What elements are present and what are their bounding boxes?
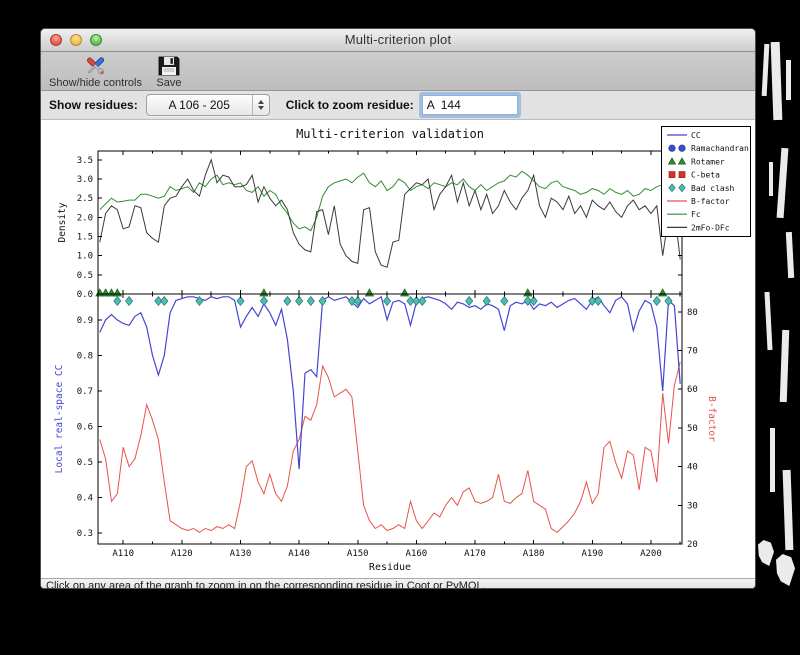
titlebar[interactable]: Multi-criterion plot [41, 29, 755, 52]
plot-figure[interactable]: Multi-criterion validation A110 A120 A130 A1… [41, 120, 755, 578]
svg-text:0.6: 0.6 [77, 422, 93, 432]
plot-legend: CC Ramachandran Rotamer C-beta Bad clash B-fa… [661, 126, 751, 237]
svg-text:2.0: 2.0 [77, 213, 93, 223]
svg-text:2.5: 2.5 [77, 194, 93, 204]
svg-text:Ramachandran: Ramachandran [691, 144, 749, 153]
svg-text:A200: A200 [640, 549, 662, 559]
svg-text:3.0: 3.0 [77, 175, 93, 185]
svg-text:A180: A180 [523, 549, 545, 559]
svg-text:C-beta: C-beta [691, 171, 720, 180]
plot-area-top[interactable] [98, 151, 682, 294]
svg-text:1.0: 1.0 [77, 252, 93, 262]
show-hide-controls-label: Show/hide controls [49, 77, 142, 89]
show-residues-value: A 106 - 205 [168, 98, 230, 112]
show-hide-controls-button[interactable]: Show/hide controls [49, 52, 142, 89]
plot-area-bottom[interactable] [98, 294, 682, 544]
tools-icon [87, 57, 105, 75]
svg-text:A140: A140 [288, 549, 310, 559]
svg-text:Bad clash: Bad clash [691, 184, 735, 193]
svg-text:3.5: 3.5 [77, 156, 93, 166]
svg-text:0.7: 0.7 [77, 387, 93, 397]
svg-text:CC: CC [691, 131, 701, 140]
svg-text:Fc: Fc [691, 210, 701, 219]
svg-text:1.5: 1.5 [77, 232, 93, 242]
svg-text:20: 20 [687, 540, 698, 550]
svg-text:80: 80 [687, 308, 698, 318]
multi-criterion-plot-window: Multi-criterion plot Show/hide controls … [40, 28, 756, 589]
show-residues-label: Show residues: [49, 98, 138, 112]
density-axis-label: Density [57, 202, 68, 242]
x-axis-label: Residue [369, 562, 411, 573]
svg-text:B-factor: B-factor [691, 197, 730, 206]
screenshot-canvas: Multi-criterion plot Show/hide controls … [0, 0, 800, 655]
svg-text:0.9: 0.9 [77, 316, 93, 326]
toolbar: Show/hide controls Save [41, 52, 755, 91]
svg-text:A110: A110 [112, 549, 134, 559]
save-floppy-icon [158, 56, 180, 76]
save-label: Save [156, 77, 182, 89]
x-tick-labels: A110 A120 A130 A140 A150 A160 A170 A180 A190 A200 [112, 549, 661, 559]
svg-text:2mFo-DFc: 2mFo-DFc [691, 223, 730, 232]
svg-text:0.0: 0.0 [77, 290, 93, 300]
svg-text:30: 30 [687, 501, 698, 511]
svg-text:0.8: 0.8 [77, 351, 93, 361]
svg-text:40: 40 [687, 463, 698, 473]
svg-text:A170: A170 [464, 549, 486, 559]
svg-text:A190: A190 [581, 549, 603, 559]
svg-text:0.5: 0.5 [77, 271, 93, 281]
status-bar: Click on any area of the graph to zoom i… [41, 578, 755, 589]
svg-text:A150: A150 [347, 549, 369, 559]
controls-row: Show residues: A 106 - 205 Click to zoom… [41, 91, 755, 120]
bfactor-axis-label: B-factor [706, 396, 717, 442]
show-residues-select[interactable]: A 106 - 205 [145, 94, 270, 116]
save-button[interactable]: Save [156, 52, 182, 89]
svg-text:Rotamer: Rotamer [691, 157, 725, 166]
svg-text:70: 70 [687, 347, 698, 357]
plot-frames [98, 151, 682, 544]
chart-title: Multi-criterion validation [296, 127, 484, 141]
window-title: Multi-criterion plot [344, 32, 452, 47]
zoom-residue-label: Click to zoom residue: [285, 98, 414, 112]
stepper-arrows-icon [251, 95, 269, 115]
cc-axis-label: Local real-space CC [54, 365, 65, 474]
svg-text:60: 60 [687, 385, 698, 395]
svg-text:0.5: 0.5 [77, 458, 93, 468]
status-text: Click on any area of the graph to zoom i… [46, 580, 486, 589]
svg-text:0.3: 0.3 [77, 529, 93, 539]
plot-svg[interactable]: Multi-criterion validationA110 A120 A130 A1… [41, 120, 756, 578]
svg-text:50: 50 [687, 424, 698, 434]
svg-text:A160: A160 [406, 549, 428, 559]
svg-text:A120: A120 [171, 549, 193, 559]
zoom-residue-input[interactable] [421, 95, 518, 115]
svg-text:A130: A130 [230, 549, 252, 559]
svg-text:0.4: 0.4 [77, 493, 93, 503]
